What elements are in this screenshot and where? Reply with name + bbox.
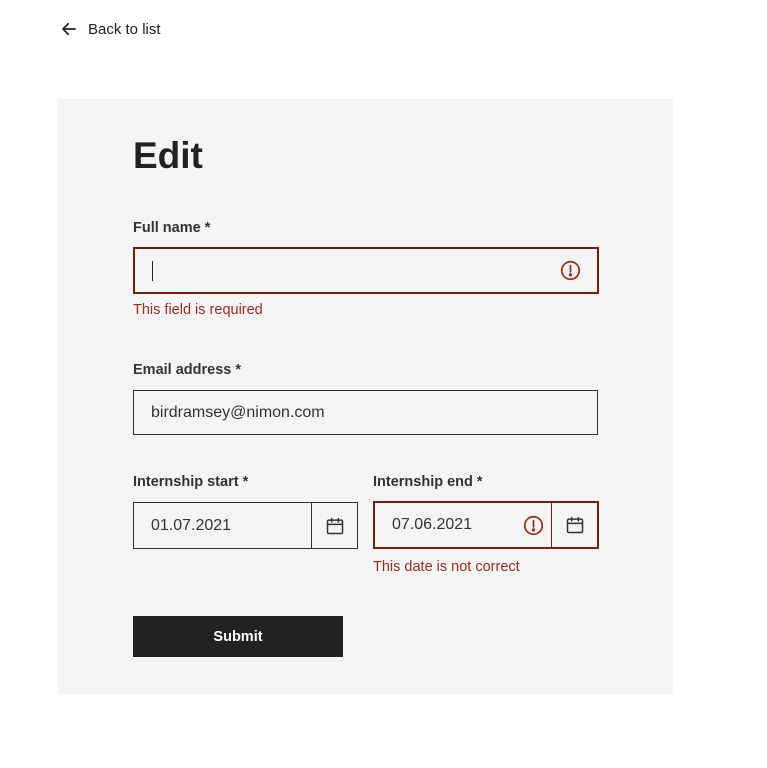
full-name-error: This field is required: [133, 302, 263, 318]
full-name-input[interactable]: [135, 249, 560, 292]
internship-start-field: [133, 502, 358, 549]
internship-start-input[interactable]: [134, 503, 311, 548]
calendar-icon: [566, 516, 583, 534]
edit-form-card: Edit Full name * This field is required …: [58, 99, 673, 694]
internship-end-field: [373, 501, 599, 549]
page-title: Edit: [133, 135, 203, 176]
internship-end-error: This date is not correct: [373, 559, 520, 575]
back-to-list-label: Back to list: [88, 20, 161, 38]
calendar-icon: [326, 517, 343, 534]
back-to-list-link[interactable]: Back to list: [60, 20, 161, 38]
submit-button[interactable]: Submit: [133, 616, 343, 657]
text-caret: [152, 261, 153, 281]
internship-end-input[interactable]: [375, 503, 523, 547]
alert-circle-icon: [523, 515, 544, 535]
arrow-left-icon: [62, 22, 76, 36]
full-name-label: Full name *: [133, 220, 211, 236]
internship-start-label: Internship start *: [133, 474, 249, 490]
email-field: [133, 390, 598, 435]
alert-circle-icon: [560, 260, 581, 281]
internship-end-label: Internship end *: [373, 474, 483, 490]
email-input[interactable]: [134, 391, 597, 434]
email-label: Email address *: [133, 362, 241, 378]
internship-start-calendar-button[interactable]: [311, 503, 357, 548]
internship-end-calendar-button[interactable]: [551, 503, 597, 547]
full-name-field: [133, 247, 599, 294]
